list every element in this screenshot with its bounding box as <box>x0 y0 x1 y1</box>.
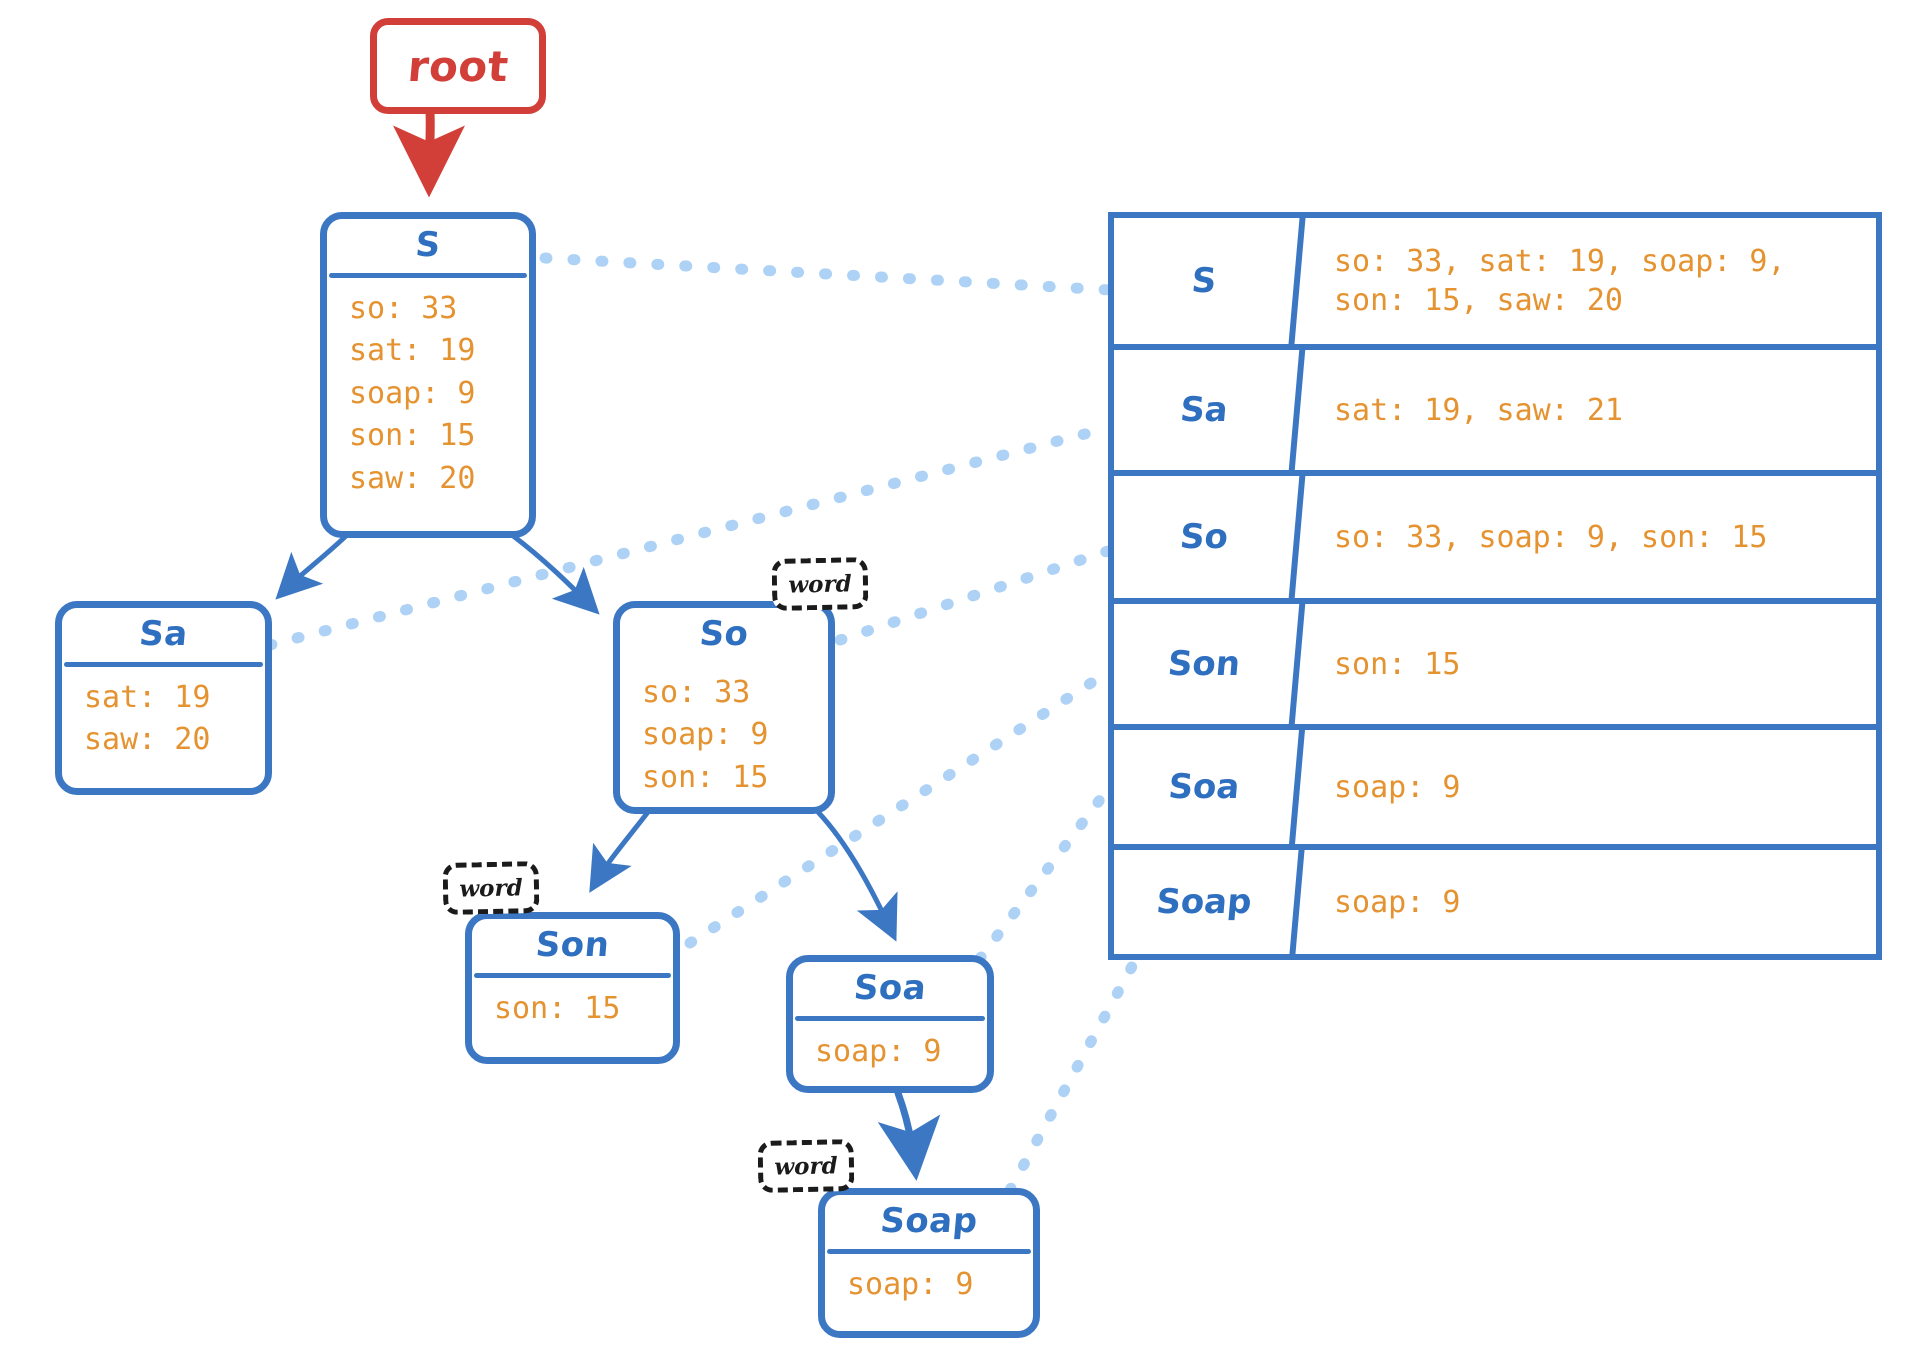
edge-so-to-soa <box>815 809 898 942</box>
node-son-title: Son <box>534 925 612 965</box>
table-row-value: soap: 9 <box>1300 850 1876 954</box>
node-soap-entry: soap: 9 <box>847 1267 974 1302</box>
node-soa-body: soap: 9 <box>793 1021 987 1085</box>
table-row-value-text: soap: 9 <box>1334 769 1461 805</box>
node-so-title: So <box>697 614 751 654</box>
table-row-value: so: 33, sat: 19, soap: 9, son: 15, saw: … <box>1300 218 1876 344</box>
node-s-title: S <box>413 225 443 265</box>
node-s-entry: so: 33 <box>349 291 458 326</box>
table-row-value-text: sat: 19, saw: 21 <box>1334 392 1623 428</box>
table-row-value-text: so: 33, soap: 9, son: 15 <box>1334 519 1768 555</box>
node-so-body: so: 33 soap: 9 son: 15 <box>620 662 828 811</box>
node-soap[interactable]: Soap soap: 9 <box>818 1188 1040 1338</box>
node-sa-title: Sa <box>137 614 190 654</box>
node-so-entry: soap: 9 <box>642 717 769 753</box>
table-row: Sa sat: 19, saw: 21 <box>1108 350 1876 476</box>
node-so-entry: so: 33 <box>642 675 751 710</box>
table-row-value: soap: 9 <box>1300 730 1876 844</box>
node-s-body: so: 33 sat: 19 soap: 9 son: 15 saw: 20 <box>327 278 529 512</box>
edge-s-to-so <box>509 532 600 615</box>
table-row: Soap soap: 9 <box>1109 850 1876 954</box>
table-row: S so: 33, sat: 19, soap: 9, son: 15, saw… <box>1108 218 1876 350</box>
node-son-entry: son: 15 <box>494 991 621 1026</box>
table-row-value-text: so: 33, sat: 19, soap: 9, son: 15, saw: … <box>1334 244 1786 318</box>
table-row-value-text: son: 15 <box>1334 646 1461 682</box>
table-row-key: Soa <box>1109 730 1305 844</box>
node-soa-entry: soap: 9 <box>815 1034 942 1069</box>
table-row-key: Sa <box>1108 350 1306 470</box>
edge-root-to-s <box>393 107 466 198</box>
edge-so-to-son <box>589 809 651 893</box>
node-soa[interactable]: Soa soap: 9 <box>786 955 994 1093</box>
table-row-value: so: 33, soap: 9, son: 15 <box>1300 476 1876 598</box>
node-root[interactable]: root <box>370 18 546 114</box>
edge-s-to-sa <box>275 532 350 600</box>
node-s-entry: soap: 9 <box>349 375 476 411</box>
word-badge-so: word <box>771 557 869 611</box>
word-badge-son: word <box>442 861 540 915</box>
node-sa-entry: saw: 20 <box>84 722 211 758</box>
node-so[interactable]: So so: 33 soap: 9 son: 15 <box>613 601 835 814</box>
node-son[interactable]: Son son: 15 <box>465 912 680 1064</box>
table-row-value-text: soap: 9 <box>1334 884 1461 920</box>
word-badge-so-label: word <box>788 569 852 599</box>
node-s-entry: son: 15 <box>349 418 476 454</box>
word-badge-soap-label: word <box>774 1151 838 1181</box>
link-so-to-table-row-so <box>834 545 1114 646</box>
table-row-key: Son <box>1108 604 1306 724</box>
table-row-value: sat: 19, saw: 21 <box>1300 350 1876 470</box>
node-s[interactable]: S so: 33 sat: 19 soap: 9 son: 15 saw: 20 <box>320 212 536 538</box>
table-row-key: S <box>1108 218 1306 344</box>
node-soa-title: Soa <box>852 968 928 1008</box>
node-soap-title: Soap <box>878 1201 980 1241</box>
edge-soa-to-soap <box>877 1089 941 1181</box>
node-root-title: root <box>405 41 511 91</box>
node-sa[interactable]: Sa sat: 19 saw: 20 <box>55 601 272 795</box>
node-s-entry: saw: 20 <box>349 460 476 496</box>
node-s-entry: sat: 19 <box>349 333 476 369</box>
table-row-key: So <box>1108 476 1306 598</box>
link-soap-to-table-row-soap <box>1004 955 1141 1196</box>
node-son-body: son: 15 <box>472 978 673 1042</box>
link-s-to-table-row-s <box>539 252 1116 296</box>
node-sa-entry: sat: 19 <box>84 680 211 715</box>
table-row: So so: 33, soap: 9, son: 15 <box>1108 476 1876 604</box>
table-row: Son son: 15 <box>1108 604 1876 730</box>
table-row-value: son: 15 <box>1300 604 1876 724</box>
node-sa-body: sat: 19 saw: 20 <box>62 667 265 774</box>
node-soap-body: soap: 9 <box>825 1254 1033 1318</box>
node-so-entry: son: 15 <box>642 759 769 795</box>
link-soa-to-table-row-soa <box>957 783 1114 987</box>
summary-table: S so: 33, sat: 19, soap: 9, son: 15, saw… <box>1108 212 1882 960</box>
word-badge-son-label: word <box>459 873 523 903</box>
word-badge-soap: word <box>757 1139 855 1193</box>
table-row: Soa soap: 9 <box>1109 730 1876 850</box>
diagram-canvas: root S so: 33 sat: 19 soap: 9 son: 15 sa… <box>0 0 1922 1356</box>
table-row-key: Soap <box>1109 850 1305 954</box>
